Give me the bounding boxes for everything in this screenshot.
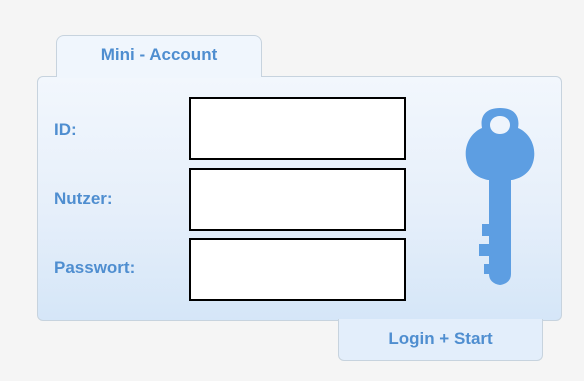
id-field[interactable] — [189, 97, 406, 160]
user-label: Nutzer: — [54, 189, 113, 208]
password-label: Passwort: — [54, 258, 136, 277]
key-icon — [465, 108, 535, 285]
login-start-button[interactable]: Login + Start — [338, 319, 543, 361]
password-field[interactable] — [189, 238, 406, 301]
user-field[interactable] — [189, 168, 406, 231]
login-start-label: Login + Start — [388, 329, 493, 348]
id-label: ID: — [54, 120, 77, 139]
tab-title: Mini - Account — [100, 45, 218, 64]
tab-join — [57, 74, 261, 78]
tab-mini-account[interactable]: Mini - Account — [56, 35, 262, 77]
